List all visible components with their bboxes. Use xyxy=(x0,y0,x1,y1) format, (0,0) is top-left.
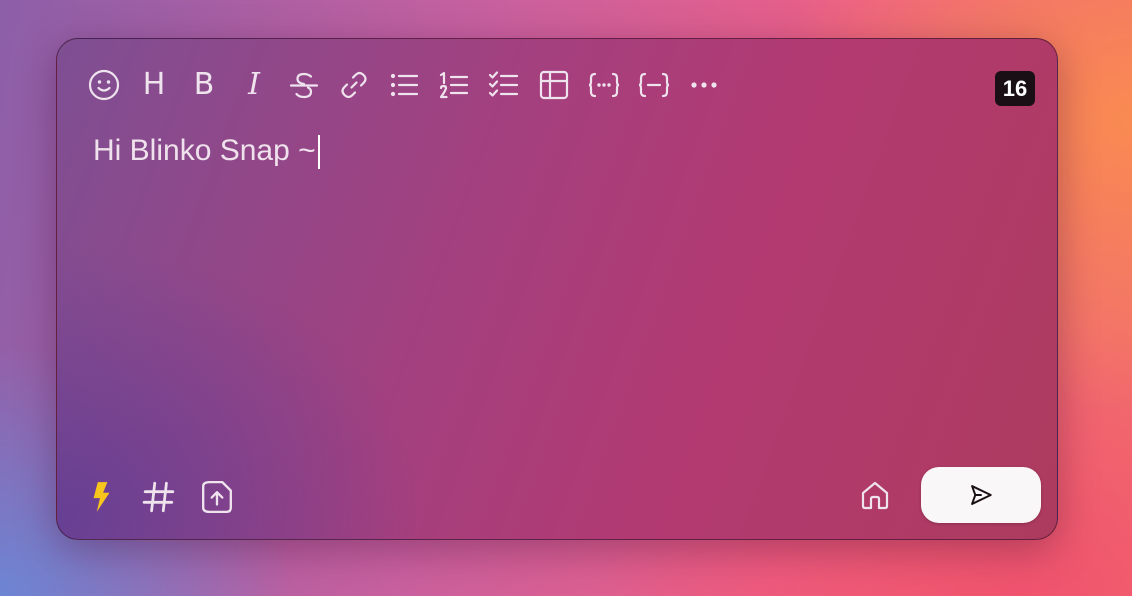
hashtag-icon[interactable] xyxy=(141,479,177,515)
send-button[interactable] xyxy=(921,467,1041,523)
bottom-actions xyxy=(83,479,235,515)
flash-icon[interactable] xyxy=(83,479,119,515)
heading-button[interactable]: H xyxy=(137,67,171,103)
italic-button[interactable]: I xyxy=(237,67,271,103)
editor-toolbar: H B I xyxy=(87,65,721,105)
inline-code-icon[interactable] xyxy=(587,67,621,103)
link-icon[interactable] xyxy=(337,67,371,103)
word-count-badge: 16 xyxy=(995,71,1035,106)
more-icon[interactable] xyxy=(687,67,721,103)
task-list-icon[interactable] xyxy=(487,67,521,103)
bold-icon: B xyxy=(193,67,215,102)
bold-button[interactable]: B xyxy=(187,67,221,103)
text-caret xyxy=(317,135,320,170)
italic-icon: I xyxy=(248,67,260,102)
upload-file-icon[interactable] xyxy=(199,479,235,515)
emoji-icon[interactable] xyxy=(87,67,121,103)
home-icon[interactable] xyxy=(857,477,893,513)
heading-icon: H xyxy=(142,67,166,102)
snap-window: H B I 16 Hi Blinko Snap ~ xyxy=(56,38,1058,540)
strikethrough-icon[interactable] xyxy=(287,67,321,103)
ordered-list-icon[interactable] xyxy=(437,67,471,103)
send-icon xyxy=(971,485,992,505)
table-icon[interactable] xyxy=(537,67,571,103)
editor-text: Hi Blinko Snap ~ xyxy=(93,134,316,167)
code-block-icon[interactable] xyxy=(637,67,671,103)
note-editor[interactable]: Hi Blinko Snap ~ xyxy=(93,131,1021,191)
bullet-list-icon[interactable] xyxy=(387,67,421,103)
